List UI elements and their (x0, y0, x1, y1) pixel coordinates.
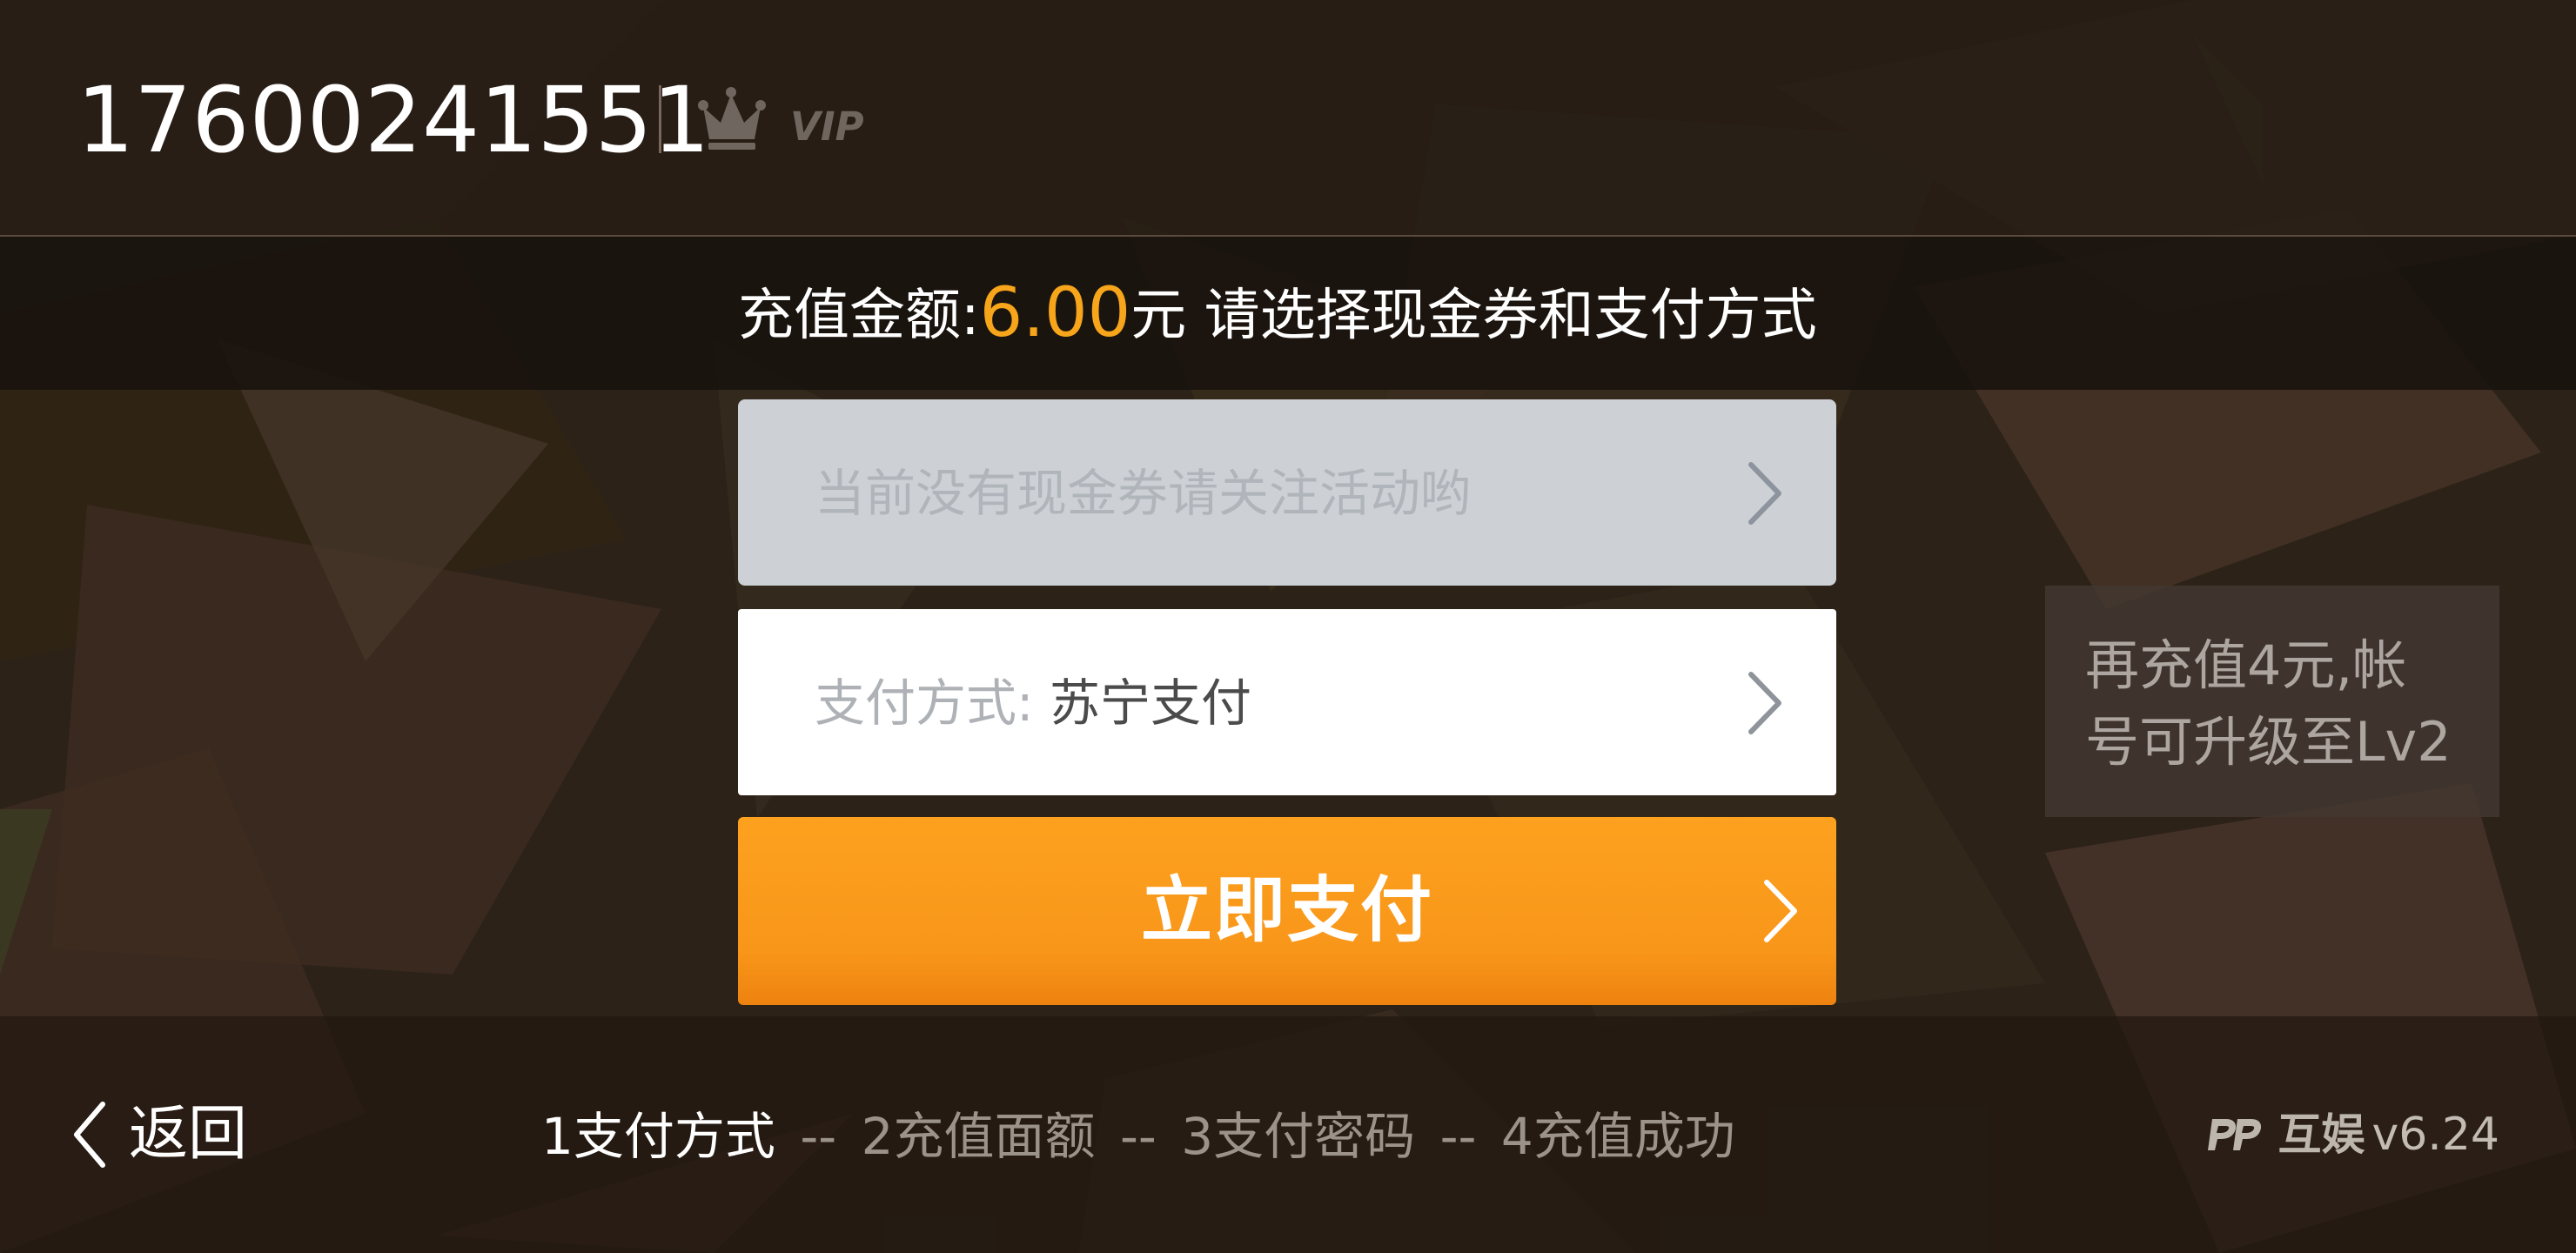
step-1: 1支付方式 (541, 1107, 775, 1166)
brand-version: 互娱 v6.24 (2208, 1107, 2499, 1163)
top-bar: 17600241551 VIP (0, 0, 2576, 237)
chevron-right-icon (1748, 462, 1781, 525)
pay-now-button[interactable]: 立即支付 (738, 817, 1836, 1005)
back-button[interactable]: 返回 (70, 1091, 247, 1178)
recharge-amount-suffix: 元 请选择现金券和支付方式 (1130, 284, 1817, 348)
chevron-right-icon (1748, 672, 1781, 734)
recharge-summary-band: 充值金额:6.00元 请选择现金券和支付方式 (0, 237, 2576, 390)
account-number: 17600241551 (77, 67, 710, 173)
bottom-bar: 返回 1支付方式 -- 2充值面额 -- 3支付密码 -- 4充值成功 互娱 v… (0, 1016, 2576, 1253)
payment-method-selector[interactable]: 支付方式: 苏宁支付 (738, 609, 1836, 795)
pay-now-label: 立即支付 (1140, 869, 1433, 952)
recharge-amount-prefix: 充值金额: (738, 284, 980, 348)
payment-steps: 1支付方式 -- 2充值面额 -- 3支付密码 -- 4充值成功 (541, 1105, 1735, 1168)
header-divider (659, 85, 661, 153)
coupon-selector[interactable]: 当前没有现金券请关注活动哟 (738, 399, 1836, 586)
step-separator: -- (1439, 1107, 1477, 1166)
pp-logo-icon (2208, 1119, 2262, 1150)
brand-name: 互娱 (2277, 1109, 2365, 1160)
payment-page: 17600241551 VIP 充值金额:6.00元 请选择现金券和支付方式 当… (0, 0, 2576, 1253)
vip-badge: VIP (696, 85, 870, 153)
upgrade-tip-text: 再充值4元,帐 号可升级至Lv2 (2085, 633, 2452, 774)
payment-method-label: 支付方式: (815, 673, 1050, 733)
crown-icon (698, 87, 766, 150)
recharge-amount-value: 6.00 (979, 274, 1131, 352)
step-4: 4充值成功 (1500, 1107, 1735, 1166)
chevron-right-icon (1764, 880, 1797, 942)
step-separator: -- (800, 1107, 837, 1166)
recharge-amount-line: 充值金额:6.00元 请选择现金券和支付方式 (738, 278, 1817, 351)
coupon-empty-message: 当前没有现金券请关注活动哟 (815, 464, 1472, 523)
chevron-left-icon (74, 1102, 105, 1168)
step-3: 3支付密码 (1181, 1107, 1416, 1166)
vip-text: VIP (790, 104, 864, 150)
upgrade-tip: 再充值4元,帐 号可升级至Lv2 (2045, 586, 2499, 817)
app-version: v6.24 (2371, 1109, 2499, 1161)
step-2: 2充值面额 (861, 1107, 1096, 1166)
payment-method-value: 苏宁支付 (1049, 673, 1251, 733)
back-label: 返回 (129, 1100, 248, 1169)
payment-method-row: 支付方式: 苏宁支付 (815, 672, 1251, 734)
step-separator: -- (1119, 1107, 1157, 1166)
